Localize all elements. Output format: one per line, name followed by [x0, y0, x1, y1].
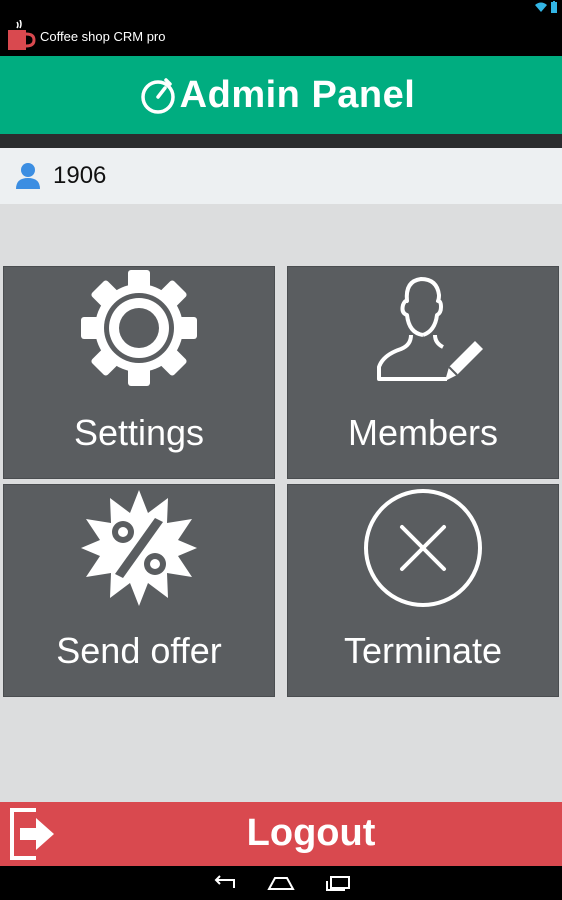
settings-tile[interactable]: Settings	[3, 266, 275, 479]
home-icon[interactable]	[267, 875, 295, 891]
close-circle-icon	[364, 489, 482, 607]
app-title: Coffee shop CRM pro	[40, 29, 166, 44]
timer-icon	[140, 78, 175, 114]
user-icon	[16, 163, 40, 189]
send-offer-label: Send offer	[56, 630, 222, 671]
members-tile[interactable]: Members	[287, 266, 559, 479]
system-nav-bar	[0, 866, 562, 900]
user-bar: 1906	[0, 148, 562, 204]
percent-badge-icon	[81, 490, 197, 606]
page-title: Admin Panel	[179, 73, 416, 116]
members-label: Members	[347, 412, 499, 453]
action-bar: Coffee shop CRM pro	[0, 14, 562, 56]
member-edit-icon	[377, 277, 483, 381]
status-bar	[0, 0, 562, 14]
coffee-cup-icon	[8, 20, 36, 50]
user-id: 1906	[53, 162, 107, 189]
header-divider	[0, 134, 562, 148]
admin-header: Admin Panel	[0, 56, 562, 134]
back-icon[interactable]	[212, 875, 238, 891]
logout-button[interactable]: Logout	[0, 802, 562, 866]
logout-icon	[10, 808, 54, 860]
wifi-icon	[535, 2, 547, 12]
battery-icon	[551, 1, 557, 13]
recent-apps-icon[interactable]	[325, 875, 351, 891]
terminate-label: Terminate	[343, 630, 503, 671]
terminate-tile[interactable]: Terminate	[287, 484, 559, 697]
settings-label: Settings	[73, 412, 205, 453]
send-offer-tile[interactable]: Send offer	[3, 484, 275, 697]
gear-icon	[81, 270, 197, 386]
logout-label: Logout	[246, 812, 376, 854]
